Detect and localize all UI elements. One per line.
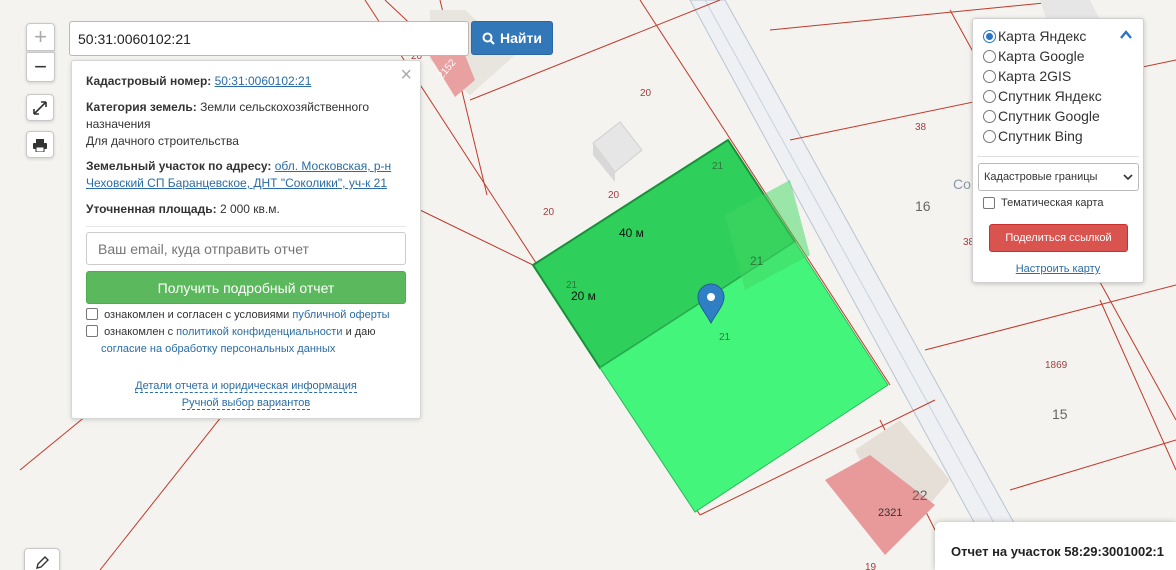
radio-selected[interactable] — [983, 29, 996, 43]
measure-width: 20 м — [571, 289, 596, 303]
privacy-consent-checkbox[interactable] — [86, 325, 98, 337]
layer-option-label: Спутник Яндекс — [998, 88, 1102, 104]
map-layers-panel: Карта Яндекс Карта Google Карта 2GIS Спу… — [972, 18, 1144, 283]
radio[interactable] — [983, 69, 996, 83]
area-label: Уточненная площадь: — [86, 202, 217, 216]
email-field[interactable] — [86, 232, 406, 265]
radio[interactable] — [983, 49, 996, 63]
search-icon — [482, 32, 495, 45]
area-row: Уточненная площадь: 2 000 кв.м. — [86, 201, 408, 218]
report-details-text: Детали отчета и юридическая информация — [135, 380, 357, 393]
map-label-19: 19 — [865, 562, 877, 570]
layer-option-2gis-map[interactable]: Карта 2GIS — [983, 66, 1071, 86]
layer-option-label: Карта 2GIS — [998, 68, 1072, 84]
search-input[interactable] — [69, 21, 469, 56]
fullscreen-button[interactable] — [26, 94, 54, 121]
draw-button[interactable] — [24, 548, 60, 570]
layer-option-label: Спутник Google — [998, 108, 1100, 124]
printer-icon — [33, 138, 47, 152]
divider — [86, 226, 406, 227]
cadastral-number-row: Кадастровый номер: 50:31:0060102:21 — [86, 73, 408, 90]
report-details-link[interactable]: Детали отчета и юридическая информация — [72, 380, 420, 393]
personal-data-link[interactable]: согласие на обработку персональных данны… — [101, 343, 335, 355]
map-label-16: 16 — [915, 198, 931, 214]
land-category-label: Категория земель: — [86, 100, 197, 114]
chevron-up-icon[interactable] — [1119, 28, 1133, 42]
offer-consent-text: ознакомлен и согласен с условиями — [104, 309, 290, 321]
report-popup[interactable]: Отчет на участок 58:29:3001002:1 — [935, 522, 1176, 570]
privacy-consent: ознакомлен с политикой конфиденциальност… — [86, 324, 376, 341]
get-report-button[interactable]: Получить подробный отчет — [86, 271, 406, 304]
layer-option-label: Спутник Bing — [998, 128, 1083, 144]
map-label-21: 21 — [719, 332, 731, 343]
map-label-20: 20 — [543, 207, 555, 218]
layer-select[interactable]: Кадастровые границы — [978, 163, 1139, 191]
layer-option-yandex-map[interactable]: Карта Яндекс — [983, 26, 1086, 46]
map-label-1869: 1869 — [1045, 360, 1068, 371]
layer-option-google-map[interactable]: Карта Google — [983, 46, 1085, 66]
radio[interactable] — [983, 129, 996, 143]
zoom-out-button[interactable]: − — [26, 52, 55, 82]
share-link-button[interactable]: Поделиться ссылкой — [989, 224, 1128, 252]
search-button[interactable]: Найти — [471, 21, 553, 55]
thematic-map-label: Тематическая карта — [1001, 197, 1104, 209]
cadastral-number-link[interactable]: 50:31:0060102:21 — [215, 74, 312, 88]
search-button-label: Найти — [500, 30, 542, 46]
map-label-15: 15 — [1052, 406, 1068, 422]
map-label-20: 20 — [640, 88, 652, 99]
personal-data-row: согласие на обработку персональных данны… — [101, 341, 335, 358]
map-label-road: Со — [953, 176, 971, 192]
map-label-21: 21 — [750, 254, 764, 268]
privacy-consent-tail: и даю — [345, 326, 376, 338]
thematic-map-toggle[interactable]: Тематическая карта — [983, 197, 1103, 209]
layer-option-yandex-satellite[interactable]: Спутник Яндекс — [983, 86, 1102, 106]
print-button[interactable] — [26, 131, 54, 158]
thematic-map-checkbox[interactable] — [983, 197, 995, 209]
manual-selection-text: Ручной выбор вариантов — [181, 397, 311, 410]
privacy-policy-link[interactable]: политикой конфиденциальности — [176, 326, 342, 338]
land-usage: Для дачного строительства — [86, 134, 239, 148]
offer-consent: ознакомлен и согласен с условиями публич… — [86, 307, 390, 324]
configure-map-link[interactable]: Настроить карту — [973, 263, 1143, 275]
report-popup-title: Отчет на участок 58:29:3001002:1 — [951, 544, 1164, 559]
radio[interactable] — [983, 109, 996, 123]
map-label-21: 21 — [712, 161, 724, 172]
manual-selection-link[interactable]: Ручной выбор вариантов — [72, 397, 420, 410]
zoom-in-button[interactable]: + — [26, 23, 55, 51]
parcel-info-panel: × Кадастровый номер: 50:31:0060102:21 Ка… — [71, 60, 421, 419]
offer-consent-checkbox[interactable] — [86, 308, 98, 320]
map-label-2321: 2321 — [878, 507, 903, 519]
layer-option-label: Карта Google — [998, 48, 1085, 64]
radio[interactable] — [983, 89, 996, 103]
layer-option-google-satellite[interactable]: Спутник Google — [983, 106, 1100, 126]
expand-icon — [33, 100, 47, 115]
privacy-consent-text: ознакомлен с — [104, 326, 174, 338]
map-label-38: 38 — [915, 122, 927, 133]
land-category-row: Категория земель: Земли сельскохозяйстве… — [86, 99, 408, 133]
public-offer-link[interactable]: публичной оферты — [292, 309, 389, 321]
layer-option-label: Карта Яндекс — [998, 28, 1087, 44]
layer-select-value: Кадастровые границы — [984, 171, 1098, 183]
cadastral-number-label: Кадастровый номер: — [86, 74, 212, 88]
address-row: Земельный участок по адресу: обл. Москов… — [86, 158, 408, 192]
divider — [977, 156, 1139, 157]
pencil-icon — [36, 556, 49, 569]
chevron-down-icon — [1123, 174, 1133, 181]
layer-option-bing-satellite[interactable]: Спутник Bing — [983, 126, 1083, 146]
map-label-20: 20 — [608, 190, 620, 201]
area-value: 2 000 кв.м. — [219, 202, 280, 216]
map-label-22: 22 — [912, 487, 928, 503]
address-label: Земельный участок по адресу: — [86, 159, 272, 173]
measure-length: 40 м — [619, 226, 644, 240]
